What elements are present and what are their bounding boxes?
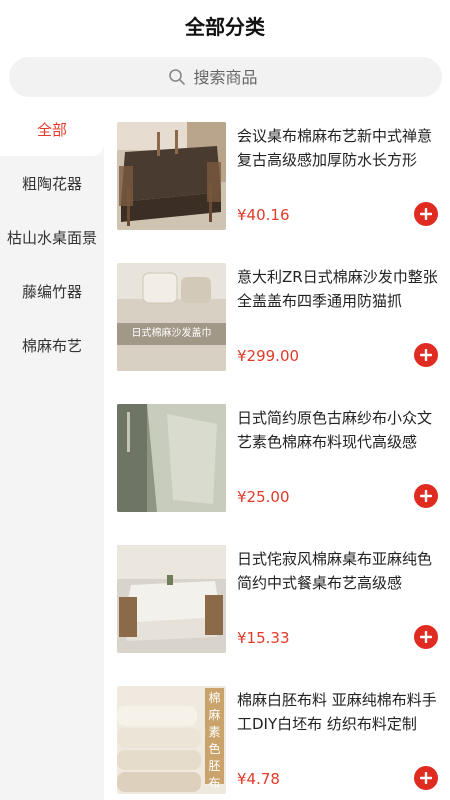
product-item[interactable]: 棉麻素色胚布 棉麻白胚布料 亚麻纯棉布料手工DIY白坯布 纺织布料定制 ¥4.7…: [117, 686, 447, 796]
sidebar-item-linen-fabric[interactable]: 棉麻布艺: [0, 318, 104, 372]
search-icon: [168, 69, 185, 85]
sidebar-item-label: 粗陶花器: [21, 174, 82, 193]
product-image: [117, 122, 226, 230]
add-to-cart-button[interactable]: [414, 202, 438, 226]
product-price: ¥25.00: [237, 488, 290, 506]
page-title: 全部分类: [185, 14, 265, 39]
product-item[interactable]: 日式侘寂风棉麻桌布亚麻纯色简约中式餐桌布艺高级感 ¥15.33: [117, 545, 447, 655]
sidebar-item-karesansui[interactable]: 枯山水桌面景: [0, 210, 104, 264]
product-name: 日式侘寂风棉麻桌布亚麻纯色简约中式餐桌布艺高级感: [237, 550, 433, 592]
top-bar: 全部分类: [0, 0, 450, 50]
product-price: ¥299.00: [237, 347, 300, 365]
product-image-caption: 日式棉麻沙发盖巾: [131, 328, 212, 339]
sidebar-item-coarse-pottery[interactable]: 粗陶花器: [0, 156, 104, 210]
add-to-cart-button[interactable]: [414, 484, 438, 508]
product-price: ¥40.16: [237, 206, 290, 224]
sidebar-item-rattan-bamboo[interactable]: 藤编竹器: [0, 264, 104, 318]
product-image-caption: 棉麻素色胚布: [208, 691, 221, 790]
product-item[interactable]: 会议桌布棉麻布艺新中式禅意复古高级感加厚防水长方形 ¥40.16: [117, 122, 447, 232]
sidebar-item-label: 全部: [36, 120, 67, 139]
product-image: 日式棉麻沙发盖巾: [117, 263, 226, 371]
add-to-cart-button[interactable]: [414, 766, 438, 790]
product-list: 会议桌布棉麻布艺新中式禅意复古高级感加厚防水长方形 ¥40.16 日式棉麻沙发盖…: [104, 102, 450, 800]
plus-circle-icon: [420, 208, 432, 220]
sidebar-item-label: 藤编竹器: [21, 282, 82, 301]
plus-circle-icon: [420, 490, 432, 502]
product-name: 日式简约原色古麻纱布小众文艺素色棉麻布料现代高级感: [237, 409, 433, 451]
product-item[interactable]: 日式棉麻沙发盖巾 意大利ZR日式棉麻沙发巾整张全盖盖布四季通用防猫抓 ¥299.…: [117, 263, 447, 373]
product-image: [117, 545, 226, 653]
add-to-cart-button[interactable]: [414, 343, 438, 367]
category-sidebar: 全部 粗陶花器 枯山水桌面景 藤编竹器 棉麻布艺: [0, 102, 104, 800]
product-name: 意大利ZR日式棉麻沙发巾整张全盖盖布四季通用防猫抓: [237, 268, 438, 310]
search-input[interactable]: [193, 67, 284, 87]
sidebar-item-label: 棉麻布艺: [21, 336, 82, 355]
product-item[interactable]: 日式简约原色古麻纱布小众文艺素色棉麻布料现代高级感 ¥25.00: [117, 404, 447, 514]
add-to-cart-button[interactable]: [414, 625, 438, 649]
product-name: 会议桌布棉麻布艺新中式禅意复古高级感加厚防水长方形: [237, 127, 433, 169]
plus-circle-icon: [420, 631, 432, 643]
plus-circle-icon: [420, 772, 432, 784]
sidebar-item-all[interactable]: 全部: [0, 102, 104, 156]
plus-circle-icon: [420, 349, 432, 361]
product-image: [117, 404, 226, 512]
product-price: ¥15.33: [237, 629, 290, 647]
sidebar-item-label: 枯山水桌面景: [6, 228, 97, 247]
product-name: 棉麻白胚布料 亚麻纯棉布料手工DIY白坯布 纺织布料定制: [237, 691, 437, 733]
product-price: ¥4.78: [237, 770, 280, 788]
product-image: 棉麻素色胚布: [117, 686, 226, 794]
search-bar[interactable]: [9, 57, 442, 97]
